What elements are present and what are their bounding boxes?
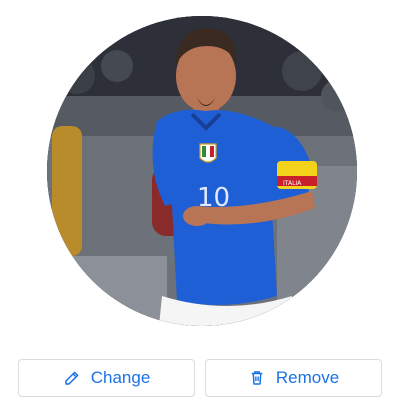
armband-text: ITALIA	[283, 180, 302, 187]
trash-icon	[248, 369, 266, 387]
remove-button[interactable]: Remove	[205, 359, 382, 397]
profile-photo-editor: 10 ITALIA Change Remove	[0, 0, 400, 400]
change-button[interactable]: Change	[18, 359, 195, 397]
profile-photo-image: 10 ITALIA	[47, 16, 357, 326]
change-label: Change	[90, 368, 151, 387]
remove-label: Remove	[275, 368, 340, 387]
profile-photo: 10 ITALIA	[47, 16, 357, 326]
pencil-icon	[63, 369, 81, 387]
photo-actions: Change Remove	[18, 359, 382, 399]
